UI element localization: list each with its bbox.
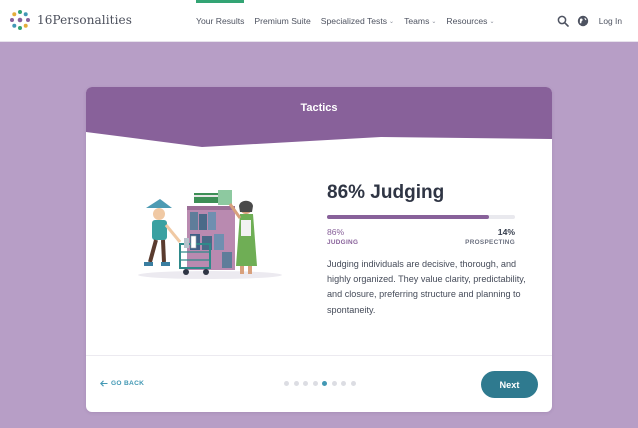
chevron-down-icon: ⌄ — [431, 18, 437, 25]
brand-logo-icon — [10, 10, 30, 30]
nav-resources[interactable]: Resources ⌄ — [441, 0, 499, 42]
trait-progress-fill — [327, 215, 489, 219]
go-back-button[interactable]: GO BACK — [100, 380, 144, 387]
judging-illustration — [138, 190, 282, 279]
globe-icon[interactable] — [577, 15, 589, 27]
pagination-dot — [350, 381, 356, 386]
pagination-dot — [284, 381, 289, 386]
brand-logo-link[interactable]: 16Personalities — [9, 9, 132, 31]
judging-label: JUDGING — [327, 239, 359, 246]
nav-premium-suite[interactable]: Premium Suite — [249, 0, 315, 42]
search-icon[interactable] — [557, 15, 569, 27]
pagination-dots — [284, 381, 356, 386]
card-title: Tactics — [300, 102, 338, 114]
arrow-left-icon — [100, 380, 108, 387]
pagination-dot-active — [322, 381, 327, 386]
nav-label: Specialized Tests — [320, 16, 388, 26]
pagination-dot — [303, 381, 308, 386]
top-navigation-bar: 16Personalities Your Results Premium Sui… — [0, 0, 638, 42]
trait-progress-bar — [327, 215, 515, 219]
chevron-down-icon: ⌄ — [389, 18, 395, 25]
nav-label: Your Results — [196, 16, 245, 26]
nav-label: Premium Suite — [254, 16, 311, 26]
nav-specialized-tests[interactable]: Specialized Tests ⌄ — [316, 0, 399, 42]
card-header-band — [86, 87, 552, 147]
main-nav: Your Results Premium Suite Specialized T… — [191, 0, 500, 42]
brand-name: 16Personalities — [37, 13, 133, 27]
nav-label: Teams — [404, 16, 430, 26]
judging-percent: 86% — [327, 227, 345, 237]
nav-teams[interactable]: Teams ⌄ — [399, 0, 441, 42]
trait-heading: 86% Judging — [327, 182, 445, 203]
pagination-dot — [341, 381, 346, 386]
chevron-down-icon: ⌄ — [489, 18, 495, 25]
pagination-dot — [293, 381, 299, 386]
header-actions: Log In — [557, 0, 622, 42]
trait-description: Judging individuals are decisive, thorou… — [327, 259, 526, 315]
next-button[interactable]: Next — [481, 371, 538, 398]
nav-your-results[interactable]: Your Results — [191, 0, 249, 42]
prospecting-label: PROSPECTING — [465, 239, 515, 246]
card-divider — [86, 355, 552, 356]
nav-label: Resources — [446, 16, 488, 26]
test-result-card: Tactics 86% Judging 86% 14% JUDGING PROS… — [86, 87, 552, 412]
login-link[interactable]: Log In — [599, 16, 622, 26]
go-back-label: GO BACK — [111, 380, 145, 387]
prospecting-percent: 14% — [497, 227, 515, 237]
pagination-dot — [331, 381, 337, 386]
pagination-dot — [312, 381, 318, 386]
